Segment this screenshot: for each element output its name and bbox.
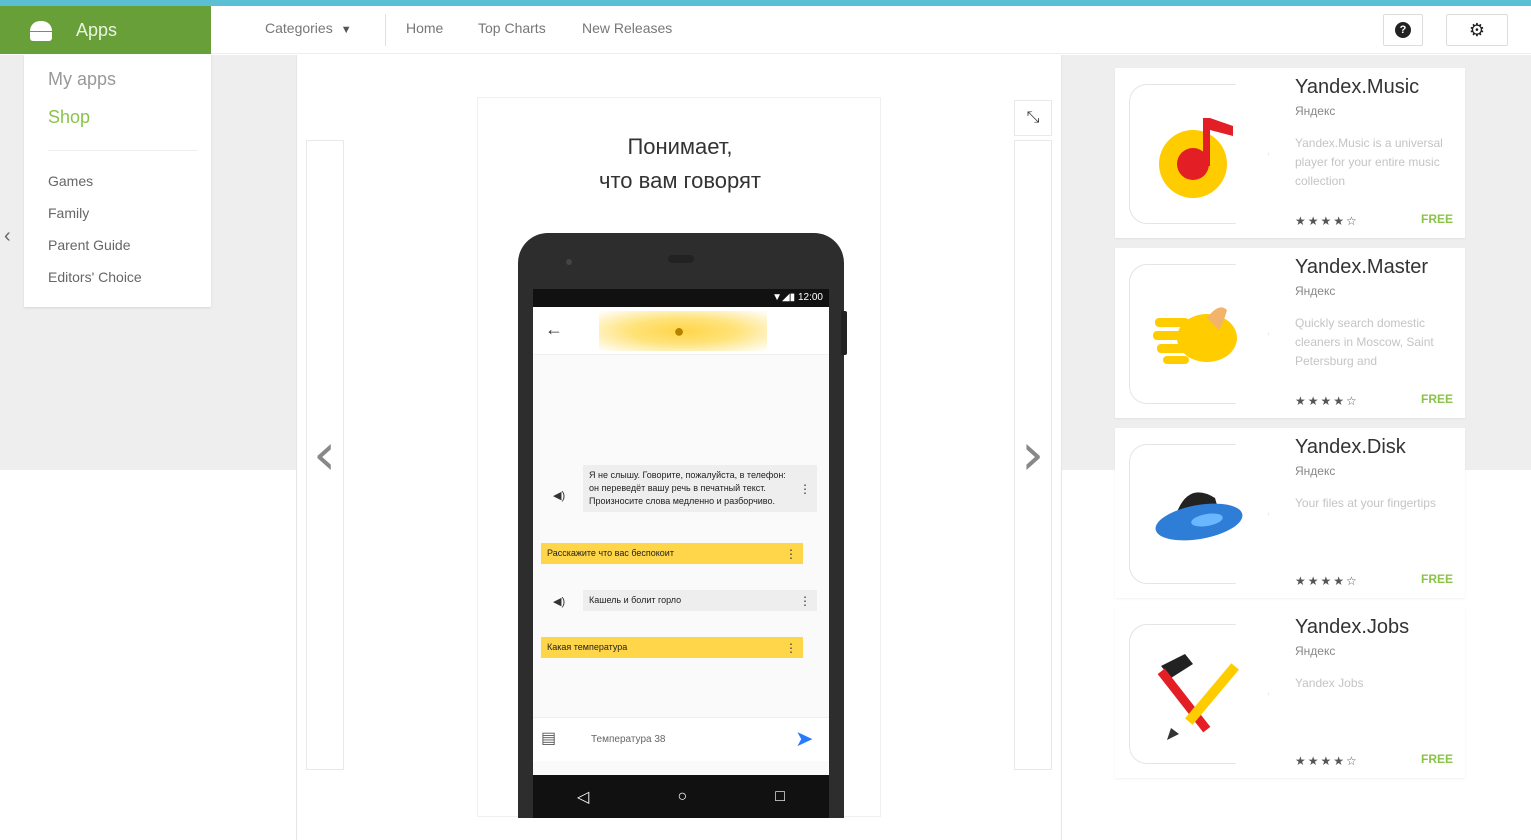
apps-tab[interactable]: Apps	[0, 6, 211, 54]
app-card[interactable]: Yandex.Disk Яндекс Your files at your fi…	[1115, 428, 1465, 598]
send-icon[interactable]: ➤	[795, 726, 813, 752]
nav-divider	[385, 14, 386, 46]
message-text: Кашель и болит горло	[589, 595, 682, 605]
sidebar-item-editors-choice[interactable]: Editors' Choice	[48, 269, 142, 285]
apps-label: Apps	[76, 19, 118, 40]
chevron-down-icon: ▼	[340, 24, 352, 36]
back-arrow-icon[interactable]: ←	[545, 319, 563, 340]
phone-mockup: ▼◢▮ 12:00 ← ● ◀) Я не слышу. Говорите, п…	[518, 233, 847, 818]
next-arrow-icon[interactable]: ›	[1021, 425, 1044, 483]
sidebar-item-family[interactable]: Family	[48, 205, 89, 221]
app-description: Your files at your fingertips	[1295, 496, 1436, 510]
rating-stars: ★★★★☆	[1295, 754, 1359, 768]
help-icon: ?	[1395, 22, 1411, 38]
phone-input-bar: ▤ Температура 38 ➤	[533, 717, 829, 761]
message-bubble: Кашель и болит горло ⋮	[583, 590, 817, 611]
app-title[interactable]: Yandex.Jobs	[1295, 616, 1409, 639]
status-bar: ▼◢▮ 12:00	[533, 289, 829, 307]
sidebar-item-parent-guide[interactable]: Parent Guide	[48, 237, 131, 253]
app-card[interactable]: Yandex.Music Яндекс Yandex.Music is a un…	[1115, 68, 1465, 238]
more-icon[interactable]: ⋮	[785, 546, 797, 562]
help-button[interactable]: ?	[1383, 14, 1423, 46]
app-price[interactable]: FREE	[1421, 392, 1453, 406]
sidebar: My apps Shop Games Family Parent Guide E…	[24, 55, 211, 307]
phone-nav-bar: ◁ ○ □	[533, 775, 829, 818]
app-card[interactable]: Yandex.Master Яндекс Quickly search dome…	[1115, 248, 1465, 418]
screenshot-headline: Понимает, что вам говорят	[478, 130, 882, 198]
phone-speaker	[668, 255, 694, 263]
app-developer[interactable]: Яндекс	[1295, 644, 1335, 658]
categories-dropdown[interactable]: Categories ▼	[265, 20, 352, 36]
message-bubble: Я не слышу. Говорите, пожалуйста, в теле…	[583, 465, 817, 512]
android-icon	[28, 19, 54, 41]
app-title[interactable]: Yandex.Master	[1295, 256, 1428, 279]
microphone-icon[interactable]: ●	[667, 317, 691, 345]
sidebar-item-my-apps[interactable]: My apps	[48, 69, 116, 90]
app-price[interactable]: FREE	[1421, 572, 1453, 586]
phone-sensor	[566, 259, 572, 265]
app-description: Quickly search domestic cleaners in Mosc…	[1295, 316, 1434, 368]
headline-line-2: что вам говорят	[599, 168, 761, 193]
screenshot-viewer: ‹ › ⤡ Понимает, что вам говорят ▼◢▮ 12:0…	[296, 55, 1062, 840]
sidebar-item-games[interactable]: Games	[48, 173, 93, 189]
rating-stars: ★★★★☆	[1295, 574, 1359, 588]
gear-icon: ⚙	[1468, 19, 1486, 40]
app-card[interactable]: Yandex.Jobs Яндекс Yandex Jobs ★★★★☆ FRE…	[1115, 608, 1465, 778]
app-description: Yandex.Music is a universal player for y…	[1295, 136, 1443, 188]
message-text: Какая температура	[547, 642, 628, 652]
sidebar-divider	[48, 150, 198, 151]
music-note-icon	[1129, 84, 1269, 224]
nav-new-releases[interactable]: New Releases	[582, 20, 672, 36]
flying-saucer-icon	[1129, 444, 1269, 584]
home-key-icon[interactable]: ○	[677, 788, 687, 806]
message-input[interactable]: Температура 38	[591, 734, 665, 745]
phone-screen: ▼◢▮ 12:00 ← ● ◀) Я не слышу. Говорите, п…	[533, 289, 829, 775]
app-price[interactable]: FREE	[1421, 752, 1453, 766]
settings-button[interactable]: ⚙	[1446, 14, 1508, 46]
hand-icon	[1129, 264, 1269, 404]
app-developer[interactable]: Яндекс	[1295, 284, 1335, 298]
hammer-pencil-icon	[1129, 624, 1269, 764]
more-icon[interactable]: ⋮	[799, 593, 811, 609]
message-bubble: Расскажите что вас беспокоит ⋮	[541, 543, 803, 564]
screenshot-card: Понимает, что вам говорят ▼◢▮ 12:00 ← ● …	[477, 97, 882, 818]
more-icon[interactable]: ⋮	[785, 640, 797, 656]
message-bubble: Какая температура ⋮	[541, 637, 803, 658]
categories-label: Categories	[265, 20, 333, 36]
recents-key-icon[interactable]: □	[775, 788, 785, 806]
chevron-left-icon[interactable]: ‹	[4, 225, 11, 248]
headline-line-1: Понимает,	[627, 134, 733, 159]
more-icon[interactable]: ⋮	[799, 481, 811, 497]
app-description: Yandex Jobs	[1295, 676, 1364, 690]
app-title[interactable]: Yandex.Disk	[1295, 436, 1406, 459]
app-title[interactable]: Yandex.Music	[1295, 76, 1419, 99]
collapse-icon[interactable]: ⤡	[1014, 100, 1052, 136]
nav-home[interactable]: Home	[406, 20, 443, 36]
app-developer[interactable]: Яндекс	[1295, 104, 1335, 118]
chat-icon[interactable]: ▤	[541, 728, 556, 748]
nav-top-charts[interactable]: Top Charts	[478, 20, 546, 36]
back-key-icon[interactable]: ◁	[577, 787, 589, 807]
header: Apps Categories ▼ Home Top Charts New Rel…	[0, 6, 1531, 54]
left-bottom-area	[0, 470, 296, 840]
speaker-icon[interactable]: ◀)	[553, 489, 565, 502]
app-price[interactable]: FREE	[1421, 212, 1453, 226]
sidebar-item-shop[interactable]: Shop	[48, 107, 90, 128]
previous-arrow-icon[interactable]: ‹	[313, 425, 336, 483]
message-text: Я не слышу. Говорите, пожалуйста, в теле…	[589, 470, 786, 506]
app-developer[interactable]: Яндекс	[1295, 464, 1335, 478]
message-text: Расскажите что вас беспокоит	[547, 548, 674, 558]
speaker-icon[interactable]: ◀)	[553, 595, 565, 608]
phone-side-button	[841, 311, 847, 355]
rating-stars: ★★★★☆	[1295, 214, 1359, 228]
phone-app-bar: ← ●	[533, 307, 829, 355]
rating-stars: ★★★★☆	[1295, 394, 1359, 408]
status-time: 12:00	[797, 292, 823, 303]
